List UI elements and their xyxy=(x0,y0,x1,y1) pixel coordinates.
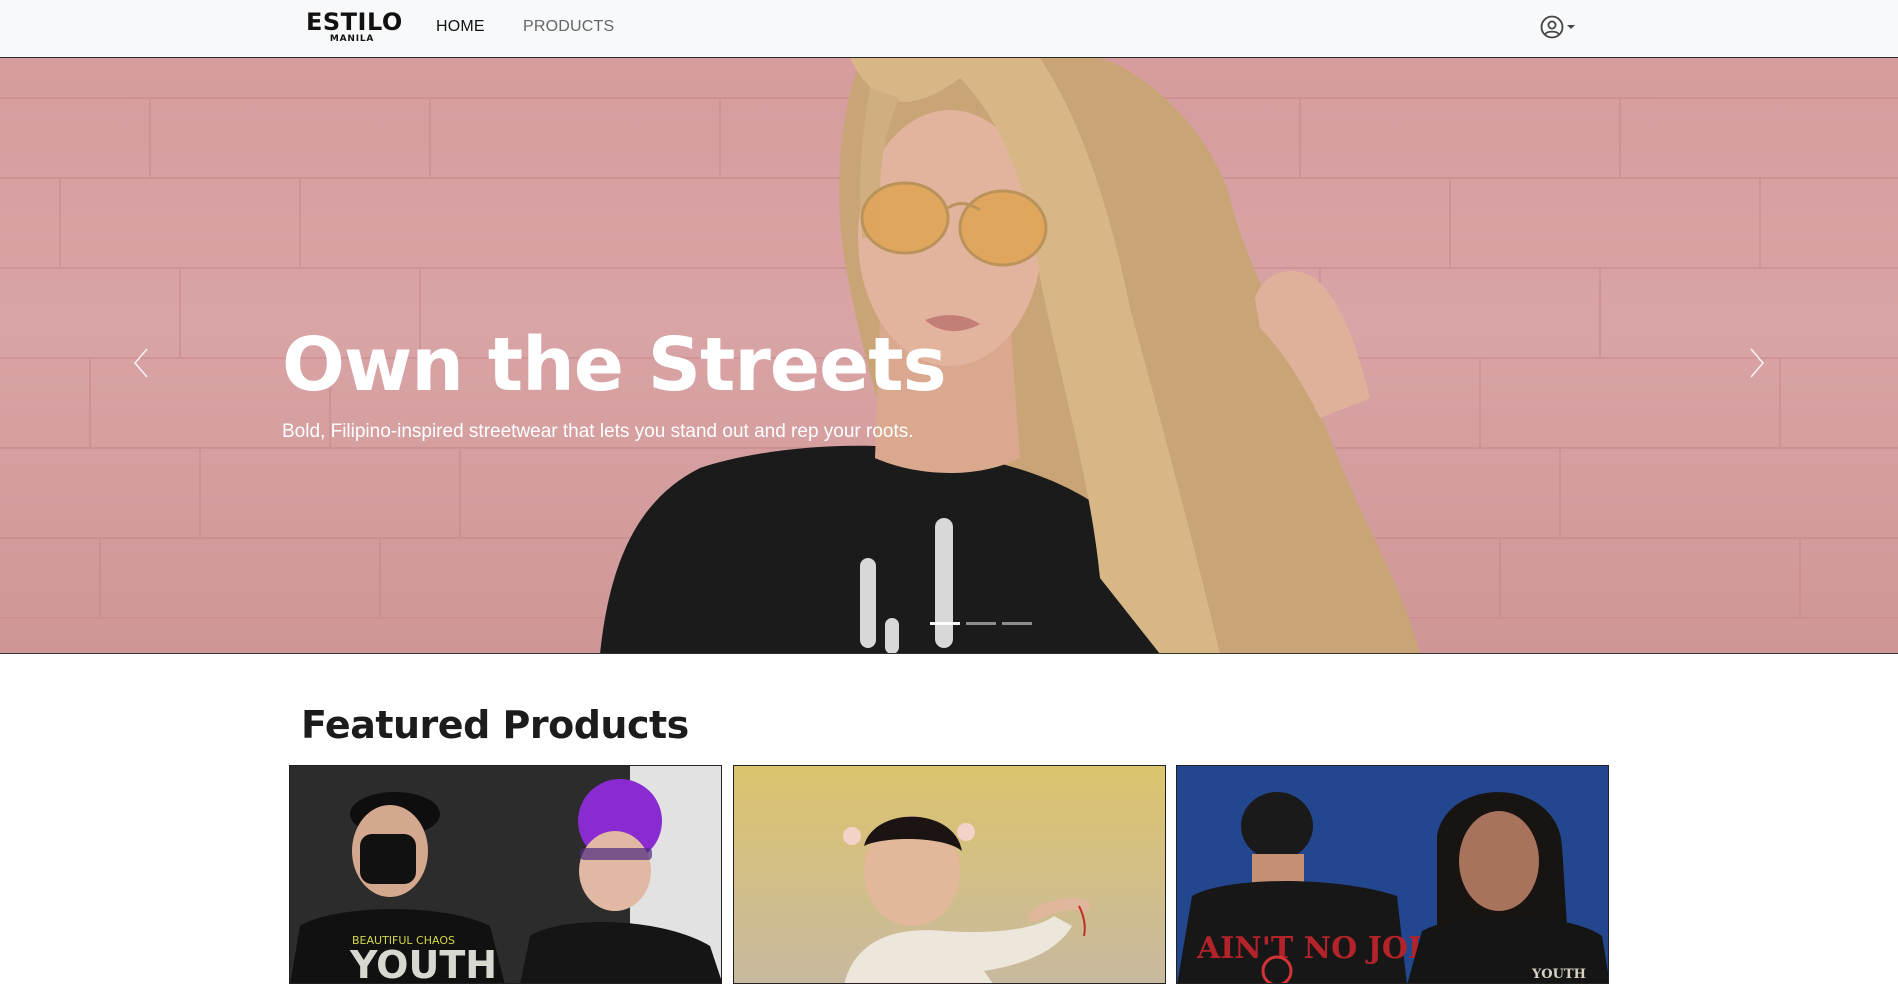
product-card-1[interactable]: BEAUTIFUL CHAOS YOUTH xyxy=(289,765,722,984)
chevron-down-icon xyxy=(1567,25,1575,29)
product-card-2[interactable] xyxy=(733,765,1166,984)
chevron-left-icon xyxy=(133,348,148,378)
hero-subtitle: Bold, Filipino-inspired streetwear that … xyxy=(282,421,914,442)
carousel-indicator-1[interactable] xyxy=(930,622,960,625)
brand-name: ESTILO xyxy=(306,8,403,36)
user-circle-icon xyxy=(1540,15,1564,39)
nav-link-home[interactable]: HOME xyxy=(436,17,485,37)
print-main: YOUTH xyxy=(349,943,497,984)
carousel-prev-button[interactable] xyxy=(121,333,161,393)
carousel-indicators xyxy=(930,622,1032,625)
carousel-indicator-3[interactable] xyxy=(1002,622,1032,625)
chevron-right-icon xyxy=(1750,348,1765,378)
account-menu-toggle[interactable] xyxy=(1540,14,1580,40)
featured-products-heading: Featured Products xyxy=(301,703,689,747)
product-image: AIN'T NO JOKE YOUTH xyxy=(1177,766,1608,983)
hero-title: Own the Streets xyxy=(282,322,947,408)
print-subtext: YOUTH xyxy=(1531,967,1586,982)
brand-logo[interactable]: ESTILO MANILA xyxy=(306,8,403,44)
product-image: BEAUTIFUL CHAOS YOUTH xyxy=(290,766,721,984)
nav-link-products[interactable]: PRODUCTS xyxy=(523,17,614,37)
navbar: ESTILO MANILA HOME PRODUCTS xyxy=(0,0,1898,58)
hero-carousel: Own the Streets Bold, Filipino-inspired … xyxy=(0,58,1898,654)
carousel-next-button[interactable] xyxy=(1737,333,1777,393)
carousel-indicator-2[interactable] xyxy=(966,622,996,625)
product-image xyxy=(734,766,1165,983)
product-card-3[interactable]: AIN'T NO JOKE YOUTH xyxy=(1176,765,1609,984)
